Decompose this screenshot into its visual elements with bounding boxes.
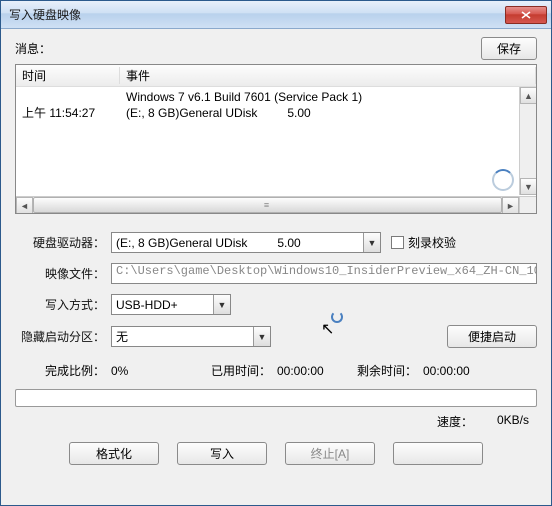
vertical-scrollbar[interactable]: ▲ ▼ [519, 87, 536, 195]
close-button[interactable] [393, 442, 483, 465]
titlebar[interactable]: 写入硬盘映像 [1, 1, 551, 29]
save-button[interactable]: 保存 [481, 37, 537, 60]
remain-label: 剩余时间： [347, 362, 423, 379]
log-list: 时间 事件 Windows 7 v6.1 Build 7601 (Service… [15, 64, 537, 214]
speed-value: 0KB/s [497, 413, 529, 430]
chevron-down-icon[interactable]: ▼ [363, 233, 380, 252]
loading-spinner-icon [492, 169, 514, 191]
content-area: 消息： 保存 时间 事件 Windows 7 v6.1 Build 7601 (… [1, 29, 551, 505]
progress-bar [15, 389, 537, 407]
log-body: Windows 7 v6.1 Build 7601 (Service Pack … [16, 87, 536, 195]
elapsed-value: 00:00:00 [277, 364, 347, 378]
write-mode-combobox[interactable]: USB-HDD+ ▼ [111, 294, 231, 315]
remain-value: 00:00:00 [423, 364, 493, 378]
checkbox-box-icon[interactable] [391, 236, 404, 249]
hidden-boot-label: 隐藏启动分区： [15, 328, 111, 345]
chevron-down-icon[interactable]: ▼ [253, 327, 270, 346]
col-event-header[interactable]: 事件 [120, 67, 536, 84]
horizontal-scrollbar[interactable]: ◄ ≡ ► [16, 196, 519, 213]
drive-label: 硬盘驱动器： [15, 234, 111, 251]
image-path-input[interactable]: C:\Users\game\Desktop\Windows10_InsiderP… [111, 263, 537, 284]
scroll-right-icon[interactable]: ► [502, 197, 519, 214]
scroll-corner [519, 196, 536, 213]
convenient-boot-button[interactable]: 便捷启动 [447, 325, 537, 348]
dialog-window: 写入硬盘映像 消息： 保存 时间 事件 Windows 7 v6.1 Build… [0, 0, 552, 506]
list-item[interactable]: 上午 11:54:27 (E:, 8 GB)General UDisk 5.00 [16, 105, 536, 121]
button-bar: 格式化 写入 终止[A] [15, 442, 537, 465]
speed-label: 速度： [437, 413, 473, 430]
col-time-header[interactable]: 时间 [16, 67, 120, 84]
image-label: 映像文件： [15, 265, 111, 282]
scroll-left-icon[interactable]: ◄ [16, 197, 33, 214]
hidden-boot-combobox[interactable]: 无 ▼ [111, 326, 271, 347]
format-button[interactable]: 格式化 [69, 442, 159, 465]
speed-row: 速度： 0KB/s [15, 413, 537, 430]
elapsed-label: 已用时间： [201, 362, 277, 379]
close-icon[interactable] [505, 6, 547, 24]
scroll-down-icon[interactable]: ▼ [520, 178, 537, 195]
drive-combobox[interactable]: (E:, 8 GB)General UDisk 5.00 ▼ [111, 232, 381, 253]
scroll-thumb[interactable]: ≡ [33, 197, 502, 213]
scroll-up-icon[interactable]: ▲ [520, 87, 537, 104]
list-item[interactable]: Windows 7 v6.1 Build 7601 (Service Pack … [16, 89, 536, 105]
done-value: 0% [111, 364, 201, 378]
abort-button: 终止[A] [285, 442, 375, 465]
log-header: 时间 事件 [16, 65, 536, 87]
stats-row: 完成比例： 0% 已用时间： 00:00:00 剩余时间： 00:00:00 [15, 362, 537, 379]
window-title: 写入硬盘映像 [9, 6, 505, 23]
info-label: 消息： [15, 40, 481, 57]
verify-checkbox[interactable]: 刻录校验 [391, 234, 456, 251]
form-area: 硬盘驱动器： (E:, 8 GB)General UDisk 5.00 ▼ 刻录… [15, 232, 537, 358]
write-button[interactable]: 写入 [177, 442, 267, 465]
done-label: 完成比例： [15, 362, 111, 379]
write-mode-label: 写入方式： [15, 296, 111, 313]
chevron-down-icon[interactable]: ▼ [213, 295, 230, 314]
